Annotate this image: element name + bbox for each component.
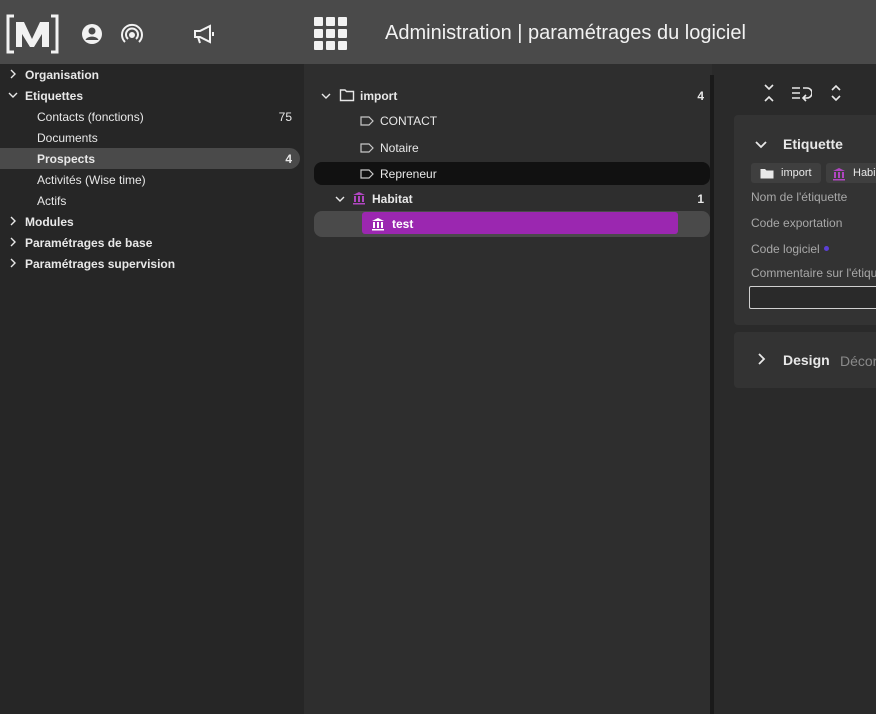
apps-grid-icon[interactable] bbox=[314, 17, 348, 51]
sidebar-item-parametrages-base[interactable]: Paramétrages de base bbox=[0, 232, 300, 253]
institution-icon bbox=[372, 218, 384, 231]
top-bar: Administration | paramétrages du logicie… bbox=[0, 0, 876, 64]
sidebar-item-label: Documents bbox=[37, 130, 98, 145]
count-badge: 1 bbox=[697, 191, 704, 206]
count-badge: 4 bbox=[697, 88, 704, 103]
tree-tag-contact[interactable]: CONTACT bbox=[314, 109, 710, 132]
expand-all-icon[interactable] bbox=[829, 83, 843, 103]
chevron-down-icon[interactable] bbox=[334, 193, 346, 205]
wrap-text-icon[interactable] bbox=[790, 84, 812, 102]
sidebar-item-label: Activités (Wise time) bbox=[37, 172, 146, 187]
institution-icon bbox=[353, 192, 365, 205]
sidebar-item-label: Paramétrages de base bbox=[25, 235, 153, 250]
folder-icon bbox=[760, 169, 774, 179]
tag-tree-panel: import 4 CONTACT Notaire Repreneur Habit… bbox=[304, 64, 712, 714]
tree-item-label: Notaire bbox=[380, 140, 419, 155]
chevron-right-icon bbox=[10, 216, 16, 226]
design-title: Design bbox=[783, 352, 830, 368]
sidebar-item-label: Modules bbox=[25, 214, 74, 229]
sidebar-item-prospects[interactable]: Prospects 4 bbox=[0, 148, 300, 169]
field-label-code-logiciel: Code logiciel bbox=[751, 242, 820, 256]
chip-import[interactable]: import bbox=[751, 163, 821, 183]
chevron-down-icon[interactable] bbox=[754, 139, 768, 151]
sidebar-item-etiquettes[interactable]: Etiquettes bbox=[0, 85, 300, 106]
detail-panel: Etiquette import Habi Nom de l'étiquette… bbox=[714, 64, 876, 714]
sidebar-item-organisation[interactable]: Organisation bbox=[0, 64, 300, 85]
folder-outline-icon bbox=[339, 89, 355, 102]
chip-label: import bbox=[781, 167, 812, 179]
sidebar-item-actifs[interactable]: Actifs bbox=[0, 190, 300, 211]
sidebar-item-modules[interactable]: Modules bbox=[0, 211, 300, 232]
chevron-right-icon[interactable] bbox=[756, 352, 768, 366]
chevron-down-icon[interactable] bbox=[320, 90, 332, 102]
sidebar-item-label: Organisation bbox=[25, 67, 100, 82]
tree-group-habitat[interactable]: Habitat 1 bbox=[314, 187, 710, 210]
field-label-commentaire: Commentaire sur l'étiqu bbox=[751, 266, 876, 280]
tree-item-label: CONTACT bbox=[380, 113, 438, 128]
sidebar-item-label: Actifs bbox=[37, 193, 67, 208]
tree-item-label: import bbox=[360, 88, 398, 103]
chip-label: Habi bbox=[853, 167, 876, 179]
sidebar-item-parametrages-supervision[interactable]: Paramétrages supervision bbox=[0, 253, 300, 274]
tree-tag-test[interactable]: test bbox=[314, 211, 710, 237]
count-badge: 75 bbox=[278, 109, 292, 124]
sidebar: Organisation Etiquettes Contacts (foncti… bbox=[0, 64, 304, 714]
sidebar-item-label: Etiquettes bbox=[25, 88, 84, 103]
broadcast-icon[interactable] bbox=[120, 22, 144, 46]
tree-item-label: Repreneur bbox=[380, 166, 437, 181]
chevron-right-icon bbox=[10, 237, 16, 247]
chevron-right-icon bbox=[10, 69, 16, 79]
card-title: Etiquette bbox=[783, 136, 843, 152]
tag-outline-icon bbox=[360, 169, 374, 179]
tag-outline-icon bbox=[360, 143, 374, 153]
count-badge: 4 bbox=[285, 151, 292, 166]
chip-habitat[interactable]: Habi bbox=[826, 163, 876, 183]
sidebar-item-label: Contacts (fonctions) bbox=[37, 109, 144, 124]
tree-item-label: Habitat bbox=[372, 191, 413, 206]
logo-icon[interactable] bbox=[5, 13, 60, 55]
page-title: Administration | paramétrages du logicie… bbox=[385, 22, 746, 44]
sidebar-item-label: Prospects bbox=[37, 151, 96, 166]
status-dot bbox=[824, 246, 829, 251]
collapse-all-icon[interactable] bbox=[762, 83, 776, 103]
institution-icon bbox=[833, 168, 845, 181]
field-label-nom: Nom de l'étiquette bbox=[751, 190, 848, 204]
chevron-right-icon bbox=[10, 258, 16, 268]
account-icon[interactable] bbox=[80, 22, 104, 46]
sidebar-item-activites[interactable]: Activités (Wise time) bbox=[0, 169, 300, 190]
tree-tag-notaire[interactable]: Notaire bbox=[314, 136, 710, 159]
tree-tag-repreneur[interactable]: Repreneur bbox=[314, 162, 710, 185]
sidebar-item-contacts[interactable]: Contacts (fonctions) 75 bbox=[0, 106, 300, 127]
chevron-down-icon bbox=[8, 92, 18, 98]
design-subtitle: Décor bbox=[840, 353, 876, 369]
comment-input[interactable] bbox=[749, 286, 876, 309]
tree-folder-import[interactable]: import 4 bbox=[314, 84, 710, 107]
tag-outline-icon bbox=[360, 116, 374, 126]
megaphone-icon[interactable] bbox=[192, 22, 216, 46]
field-label-code-exportation: Code exportation bbox=[751, 216, 843, 230]
sidebar-item-label: Paramétrages supervision bbox=[25, 256, 176, 271]
sidebar-item-documents[interactable]: Documents bbox=[0, 127, 300, 148]
tree-item-label: test bbox=[392, 217, 414, 231]
